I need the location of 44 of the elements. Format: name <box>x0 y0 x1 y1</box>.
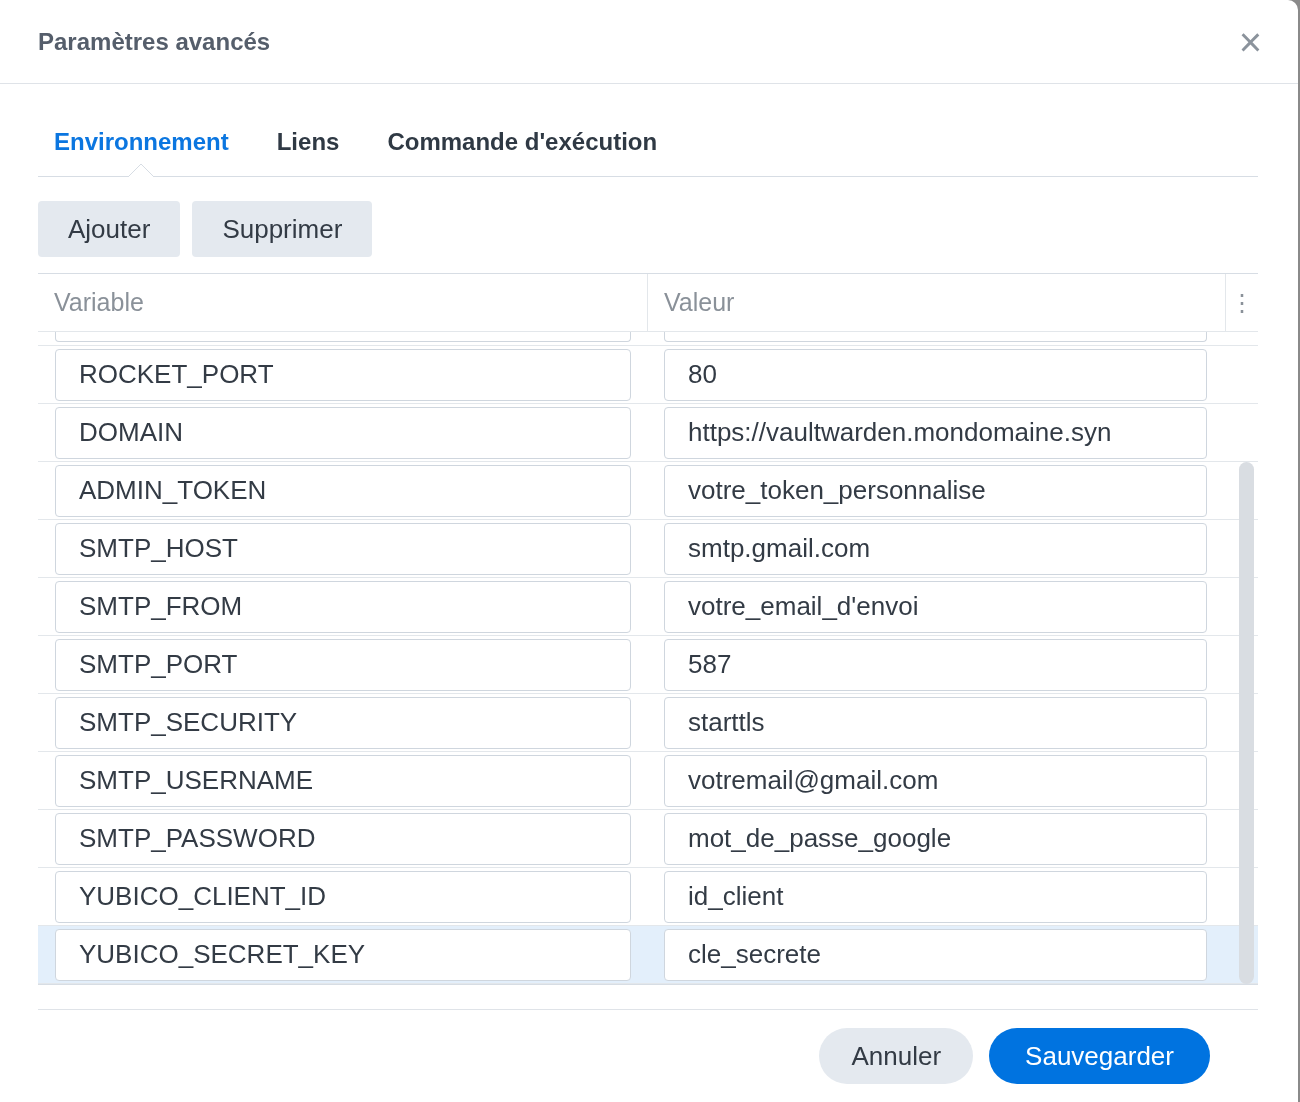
scrollbar-thumb[interactable] <box>1239 462 1254 984</box>
value-field[interactable]: mot_de_passe_google <box>664 812 1207 865</box>
table-row[interactable]: SMTP_PASSWORD mot_de_passe_google <box>38 810 1258 868</box>
table-row[interactable]: SMTP_USERNAME votremail@gmail.com <box>38 752 1258 810</box>
variable-field[interactable]: SMTP_SECURITY <box>55 696 631 749</box>
dialog-title: Paramètres avancés <box>38 27 271 56</box>
value-field[interactable]: id_client <box>664 870 1207 923</box>
value-field[interactable]: 80 <box>664 348 1207 401</box>
value-field[interactable]: cle_secrete <box>664 928 1207 981</box>
value-field[interactable]: smtp.gmail.com <box>664 522 1207 575</box>
variable-field[interactable]: SMTP_HOST <box>55 522 631 575</box>
value-field[interactable]: https://vaultwarden.mondomaine.syn <box>664 406 1207 459</box>
table-row[interactable]: YUBICO_SECRET_KEY cle_secrete <box>38 926 1258 984</box>
toolbar-button[interactable]: Ajouter <box>38 201 181 257</box>
variable-field[interactable]: SMTP_PASSWORD <box>55 812 631 865</box>
tab[interactable]: Environnement <box>54 128 229 176</box>
table-row[interactable]: SMTP_PORT 587 <box>38 636 1258 694</box>
variable-field[interactable]: YUBICO_CLIENT_ID <box>55 870 631 923</box>
variable-field[interactable]: YUBICO_SECRET_KEY <box>55 928 631 981</box>
variable-field[interactable]: DOMAIN <box>55 406 631 459</box>
value-field[interactable]: 587 <box>664 638 1207 691</box>
toolbar-button[interactable]: Supprimer <box>192 201 373 257</box>
column-header: Variable <box>53 287 145 318</box>
variable-field[interactable]: ADMIN_TOKEN <box>55 464 631 517</box>
variable-field[interactable]: ROCKET_PORT <box>55 348 631 401</box>
table-row[interactable]: DOMAIN https://vaultwarden.mondomaine.syn <box>38 404 1258 462</box>
table-row[interactable]: ADMIN_TOKEN votre_token_personnalise <box>38 462 1258 520</box>
tab[interactable]: Commande d'exécution <box>387 128 658 176</box>
variable-field[interactable]: SMTP_USERNAME <box>55 754 631 807</box>
value-field[interactable]: votremail@gmail.com <box>664 754 1207 807</box>
table-row[interactable]: SMTP_HOST smtp.gmail.com <box>38 520 1258 578</box>
cancel-button[interactable]: Annuler <box>819 1028 974 1084</box>
value-field[interactable]: starttls <box>664 696 1207 749</box>
value-field[interactable]: votre_email_d'envoi <box>664 580 1207 633</box>
tab[interactable]: Liens <box>276 128 340 176</box>
value-field[interactable]: votre_token_personnalise <box>664 464 1207 517</box>
save-button[interactable]: Sauvegarder <box>989 1028 1210 1084</box>
table-row[interactable]: SMTP_SECURITY starttls <box>38 694 1258 752</box>
table-row[interactable]: SMTP_FROM votre_email_d'envoi <box>38 578 1258 636</box>
table-row[interactable]: ROCKET_PORT 80 <box>38 346 1258 404</box>
variable-field[interactable]: SMTP_PORT <box>55 638 631 691</box>
variable-field[interactable]: SMTP_FROM <box>55 580 631 633</box>
column-header: Valeur <box>647 274 1225 331</box>
table-row[interactable]: YUBICO_CLIENT_ID id_client <box>38 868 1258 926</box>
